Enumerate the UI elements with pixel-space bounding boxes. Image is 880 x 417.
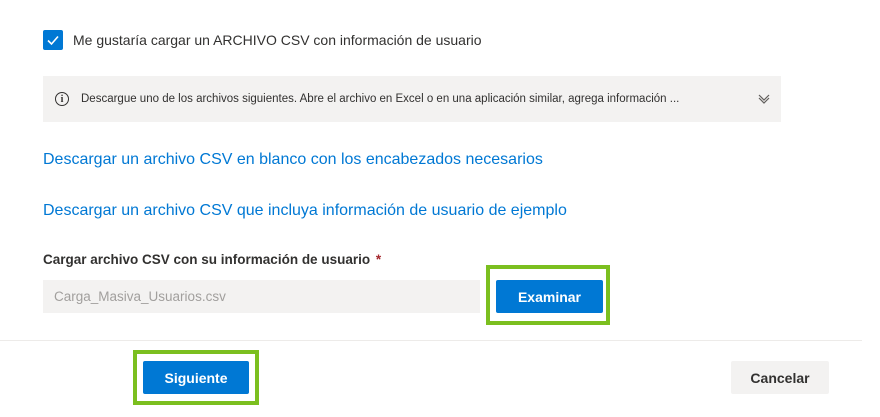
required-mark: * xyxy=(375,252,382,267)
csv-upload-checkbox[interactable] xyxy=(43,30,63,50)
checkmark-icon xyxy=(47,35,59,46)
download-blank-csv-link[interactable]: Descargar un archivo CSV en blanco con l… xyxy=(43,151,543,169)
next-button[interactable]: Siguiente xyxy=(143,361,249,394)
browse-button[interactable]: Examinar xyxy=(496,280,603,313)
info-text: Descargue uno de los archivos siguientes… xyxy=(81,93,680,105)
chevron-down-icon[interactable] xyxy=(757,91,771,110)
info-icon: i xyxy=(55,92,69,106)
csv-upload-option[interactable]: Me gustaría cargar un ARCHIVO CSV con in… xyxy=(43,30,482,50)
upload-field-label: Cargar archivo CSV con su información de… xyxy=(43,252,381,267)
info-banner: i Descargue uno de los archivos siguient… xyxy=(43,76,781,122)
footer-divider xyxy=(0,340,862,341)
download-sample-csv-link[interactable]: Descargar un archivo CSV que incluya inf… xyxy=(43,202,567,220)
csv-upload-label: Me gustaría cargar un ARCHIVO CSV con in… xyxy=(73,32,482,48)
file-path-input[interactable] xyxy=(43,280,480,313)
upload-label-text: Cargar archivo CSV con su información de… xyxy=(43,252,371,267)
cancel-button[interactable]: Cancelar xyxy=(731,361,829,394)
